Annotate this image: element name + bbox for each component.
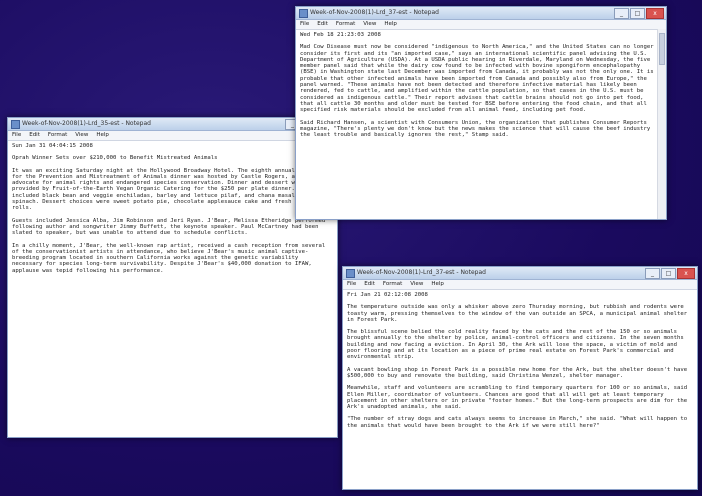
- menu-file[interactable]: File: [347, 280, 356, 289]
- title-bar[interactable]: Week-of-Nov-2008(1)-Lrd_37-est - Notepad…: [296, 7, 666, 20]
- paragraph: Oprah Winner Sets over $210,000 to Benef…: [12, 155, 218, 162]
- paragraph: The temperature outside was only a whisk…: [347, 304, 688, 323]
- notepad-icon: [299, 9, 308, 18]
- paragraph: In a chilly moment, J'Bear, the well-kno…: [12, 242, 326, 274]
- paragraph: Meanwhile, staff and volunteers are scra…: [347, 385, 688, 411]
- menu-help[interactable]: Help: [384, 20, 397, 29]
- minimize-button[interactable]: _: [645, 268, 660, 279]
- document-timestamp: Fri Jan 21 02:12:08 2008: [347, 292, 428, 298]
- menu-format[interactable]: Format: [48, 131, 67, 140]
- menu-help[interactable]: Help: [96, 131, 109, 140]
- maximize-button[interactable]: □: [661, 268, 676, 279]
- paragraph: Said Richard Hansen, a scientist with Co…: [300, 119, 651, 139]
- maximize-button[interactable]: □: [630, 8, 645, 19]
- notepad-icon: [346, 269, 355, 278]
- text-editor-area[interactable]: Wed Feb 18 21:23:03 2008 Mad Cow Disease…: [296, 30, 666, 146]
- paragraph: Guests included Jessica Alba, Jim Robins…: [12, 217, 326, 237]
- scrollbar-thumb[interactable]: [659, 33, 665, 65]
- menu-format[interactable]: Format: [336, 20, 355, 29]
- close-button[interactable]: x: [646, 8, 664, 19]
- notepad-icon: [11, 120, 20, 129]
- paragraph: Mad Cow Disease must now be considered "…: [300, 44, 654, 114]
- window-title: Week-of-Nov-2008(1)-Lrd_37-est - Notepad: [357, 269, 486, 276]
- minimize-button[interactable]: _: [614, 8, 629, 19]
- document-timestamp: Wed Feb 18 21:23:03 2008: [300, 32, 381, 38]
- menu-view[interactable]: View: [410, 280, 423, 289]
- notepad-window-left[interactable]: Week-of-Nov-2008(1)-Lrd_35-est - Notepad…: [7, 117, 338, 438]
- window-title: Week-of-Nov-2008(1)-Lrd_37-est - Notepad: [310, 9, 439, 16]
- notepad-window-top[interactable]: Week-of-Nov-2008(1)-Lrd_37-est - Notepad…: [295, 6, 667, 220]
- title-bar[interactable]: Week-of-Nov-2008(1)-Lrd_37-est - Notepad…: [343, 267, 697, 280]
- window-title: Week-of-Nov-2008(1)-Lrd_35-est - Notepad: [22, 120, 151, 127]
- menu-help[interactable]: Help: [431, 280, 444, 289]
- document-timestamp: Sun Jan 31 04:04:15 2008: [12, 143, 93, 149]
- menu-bar: File Edit Format View Help: [343, 280, 697, 290]
- menu-file[interactable]: File: [300, 20, 309, 29]
- paragraph: "The number of stray dogs and cats alway…: [347, 416, 688, 429]
- paragraph: The blissful scene belied the cold reali…: [347, 329, 684, 361]
- text-editor-area[interactable]: Fri Jan 21 02:12:08 2008 The temperature…: [343, 290, 697, 437]
- paragraph: A vacant bowling shop in Forest Park is …: [347, 366, 688, 379]
- paragraph: It was an exciting Saturday night at the…: [12, 167, 329, 212]
- menu-file[interactable]: File: [12, 131, 21, 140]
- menu-edit[interactable]: Edit: [29, 131, 40, 140]
- title-bar[interactable]: Week-of-Nov-2008(1)-Lrd_35-est - Notepad…: [8, 118, 337, 131]
- notepad-window-right[interactable]: Week-of-Nov-2008(1)-Lrd_37-est - Notepad…: [342, 266, 698, 490]
- vertical-scrollbar[interactable]: [657, 29, 666, 219]
- menu-bar: File Edit Format View Help: [8, 131, 337, 141]
- menu-bar: File Edit Format View Help: [296, 20, 666, 30]
- menu-edit[interactable]: Edit: [317, 20, 328, 29]
- menu-format[interactable]: Format: [383, 280, 402, 289]
- close-button[interactable]: x: [677, 268, 695, 279]
- menu-view[interactable]: View: [75, 131, 88, 140]
- menu-edit[interactable]: Edit: [364, 280, 375, 289]
- menu-view[interactable]: View: [363, 20, 376, 29]
- text-editor-area[interactable]: Sun Jan 31 04:04:15 2008 Oprah Winner Se…: [8, 141, 337, 282]
